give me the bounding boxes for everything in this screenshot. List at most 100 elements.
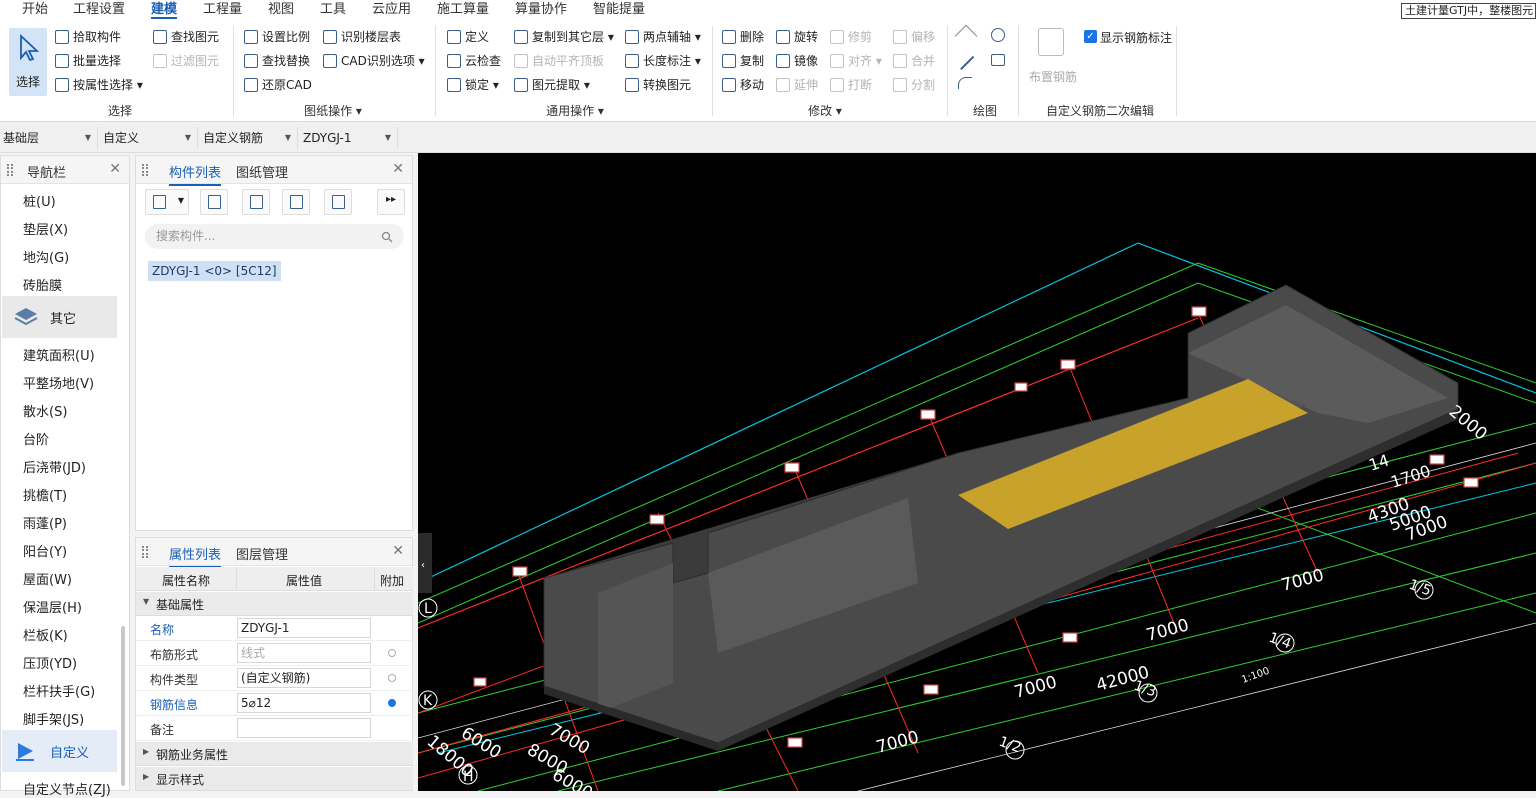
copy-button[interactable]: 复制 [722, 51, 764, 71]
component-item[interactable]: ZDYGJ-1 <0> [5C12] [148, 261, 281, 281]
nav-item-building-area[interactable]: 建筑面积(U) [23, 345, 95, 364]
delete-button[interactable]: 删除 [722, 27, 764, 47]
cloud-check-button[interactable]: 云检查 [447, 51, 501, 71]
nav-item-apron[interactable]: 散水(S) [23, 401, 67, 420]
trim-button[interactable]: 修剪 [830, 27, 872, 47]
mirror-button[interactable]: 镜像 [776, 51, 818, 71]
auto-align-button[interactable]: 自动平齐顶板 [514, 51, 604, 71]
rect-draw-icon[interactable] [991, 54, 1005, 66]
nav-item-cushion[interactable]: 垫层(X) [23, 219, 68, 238]
tab-project-settings[interactable]: 工程设置 [73, 1, 125, 19]
extra-checkbox[interactable] [388, 649, 396, 657]
tab-layer-management[interactable]: 图层管理 [236, 544, 288, 563]
split-button[interactable]: 分割 [893, 75, 935, 95]
tab-cloud[interactable]: 云应用 [372, 1, 411, 19]
model-3d-body[interactable] [543, 284, 1459, 751]
drag-grip-icon[interactable] [142, 546, 148, 558]
nav-item-railing[interactable]: 栏杆扶手(G) [23, 681, 95, 700]
batch-select-button[interactable]: 批量选择 [55, 51, 121, 71]
search-icon[interactable] [381, 231, 393, 243]
nav-item-steps[interactable]: 台阶 [23, 429, 49, 448]
extra-checkbox[interactable] [388, 699, 396, 707]
convert-button[interactable]: 转换图元 [625, 75, 691, 95]
cad-viewport[interactable]: L K H 7000 7000 7000 7000 42000 6000 180… [418, 153, 1536, 791]
lock-button[interactable]: 锁定 ▾ [447, 75, 499, 95]
tab-component-list[interactable]: 构件列表 [169, 162, 222, 186]
set-scale-button[interactable]: 设置比例 [244, 27, 310, 47]
section-basic[interactable]: ▼ 基础属性 [136, 592, 413, 616]
section-business[interactable]: ▶ 钢筋业务属性 [136, 742, 413, 766]
nav-item-roof[interactable]: 屋面(W) [23, 569, 72, 588]
new-component-button[interactable]: ▼ [145, 189, 189, 215]
close-icon[interactable]: ✕ [392, 543, 404, 559]
extract-button[interactable]: 图元提取 ▾ [514, 75, 590, 95]
nav-item-parapet[interactable]: 栏板(K) [23, 625, 68, 644]
tab-smart-extract[interactable]: 智能提量 [593, 1, 645, 19]
nav-item-pile[interactable]: 桩(U) [23, 191, 56, 210]
prop-value-input[interactable]: 5⌀12 [237, 693, 371, 713]
nav-item-trench[interactable]: 地沟(G) [23, 247, 69, 266]
attr-select-button[interactable]: 按属性选择 ▾ [55, 75, 143, 95]
floor-dropdown[interactable]: 基础层 ▼ [0, 127, 98, 149]
drag-grip-icon[interactable] [7, 164, 13, 176]
nav-scrollbar[interactable] [121, 626, 125, 786]
tab-start[interactable]: 开始 [22, 1, 48, 19]
delete-component-button[interactable] [242, 189, 270, 215]
select-button[interactable]: 选择 [9, 28, 47, 96]
restore-cad-button[interactable]: 还原CAD [244, 75, 312, 95]
drag-grip-icon[interactable] [142, 164, 148, 176]
tab-drawing-management[interactable]: 图纸管理 [236, 162, 288, 181]
nav-item-balcony[interactable]: 阳台(Y) [23, 541, 67, 560]
nav-item-brick-mold[interactable]: 砖胎膜 [23, 275, 62, 294]
pick-component-button[interactable]: 拾取构件 [55, 27, 121, 47]
nav-item-canopy[interactable]: 雨蓬(P) [23, 513, 67, 532]
tab-view[interactable]: 视图 [268, 1, 294, 19]
offset-button[interactable]: 偏移 [893, 27, 935, 47]
copy-to-layer-button[interactable]: 复制到其它层 ▾ [514, 27, 614, 47]
item-dropdown[interactable]: ZDYGJ-1 ▼ [300, 127, 398, 149]
nav-section-custom[interactable]: 自定义 [2, 730, 117, 772]
tab-collaboration[interactable]: 算量协作 [515, 1, 567, 19]
prop-value-input[interactable]: (自定义钢筋) [237, 668, 371, 688]
cad-options-button[interactable]: CAD识别选项 ▾ [323, 51, 425, 71]
extra-checkbox[interactable] [388, 674, 396, 682]
prop-value-input[interactable]: 线式 [237, 643, 371, 663]
copy-component-button[interactable] [200, 189, 228, 215]
arc-draw-icon[interactable] [991, 28, 1005, 42]
nav-item-coping[interactable]: 压顶(YD) [23, 653, 77, 672]
move-button[interactable]: 移动 [722, 75, 764, 95]
place-rebar-button[interactable]: 布置钢筋 [1027, 26, 1079, 86]
section-display[interactable]: ▶ 显示样式 [136, 767, 413, 791]
sub-type-dropdown[interactable]: 自定义钢筋 ▼ [200, 127, 298, 149]
axis-button[interactable]: 两点辅轴 ▾ [625, 27, 701, 47]
nav-item-scaffold[interactable]: 脚手架(JS) [23, 709, 84, 728]
tab-construction-calc[interactable]: 施工算量 [437, 1, 489, 19]
nav-item-insulation[interactable]: 保温层(H) [23, 597, 82, 616]
tab-modeling[interactable]: 建模 [151, 1, 178, 19]
nav-section-other[interactable]: 其它 [2, 296, 117, 338]
save-component-button[interactable] [324, 189, 352, 215]
point-icon[interactable] [954, 24, 978, 48]
model-canvas[interactable]: L K H 7000 7000 7000 7000 42000 6000 180… [418, 153, 1536, 791]
prop-value-input[interactable] [237, 718, 371, 738]
more-button[interactable]: ▸▸ [377, 189, 405, 215]
line-draw-icon[interactable] [960, 55, 974, 70]
define-button[interactable]: 定义 [447, 27, 489, 47]
type-dropdown[interactable]: 自定义 ▼ [100, 127, 198, 149]
find-element-button[interactable]: 查找图元 [153, 27, 219, 47]
tab-tools[interactable]: 工具 [320, 1, 346, 19]
close-icon[interactable]: ✕ [392, 161, 404, 177]
show-rebar-checkbox[interactable]: ✓ [1084, 30, 1097, 43]
component-search-input[interactable]: 搜索构件... [145, 224, 404, 249]
rotate-button[interactable]: 旋转 [776, 27, 818, 47]
hint-box[interactable]: 土建计量GTJ中，整楼图元 [1401, 3, 1536, 19]
merge-button[interactable]: 合并 [893, 51, 935, 71]
nav-item-eaves[interactable]: 挑檐(T) [23, 485, 67, 504]
layer-copy-button[interactable] [282, 189, 310, 215]
filter-element-button[interactable]: 过滤图元 [153, 51, 219, 71]
tab-property-list[interactable]: 属性列表 [169, 544, 222, 568]
chevron-left-icon[interactable]: ‹ [421, 560, 425, 571]
length-mark-button[interactable]: 长度标注 ▾ [625, 51, 701, 71]
prop-value-input[interactable]: ZDYGJ-1 [237, 618, 371, 638]
floor-table-button[interactable]: 识别楼层表 [323, 27, 401, 47]
